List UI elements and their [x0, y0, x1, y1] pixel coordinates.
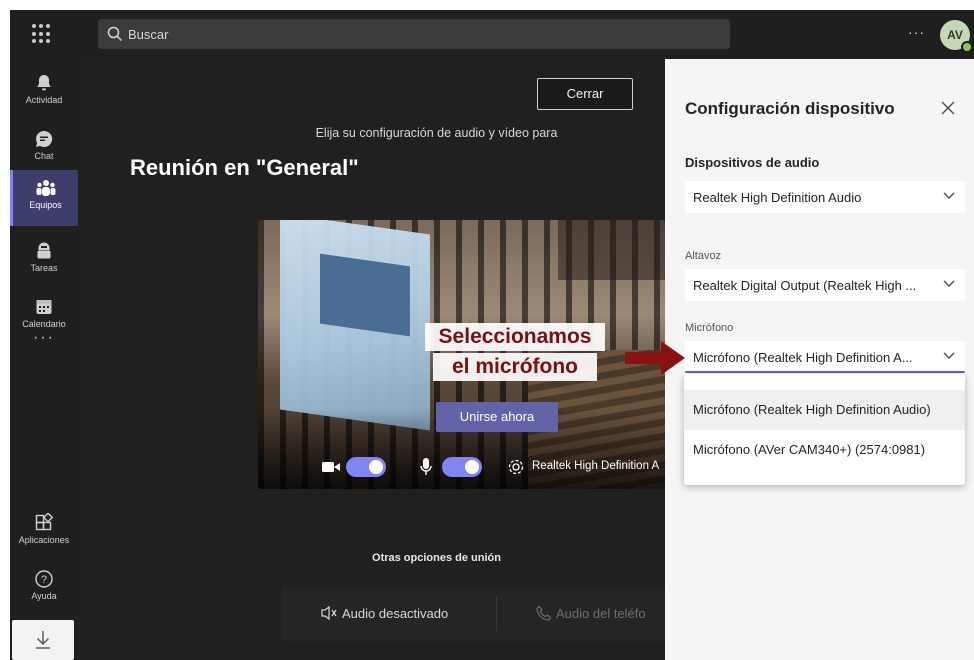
phone-audio-option[interactable]: Audio del teléfo [536, 605, 646, 621]
app-launcher-icon[interactable] [30, 22, 54, 46]
tasks-icon [37, 242, 51, 259]
chat-icon [36, 130, 53, 147]
chevron-down-icon [943, 192, 955, 199]
camera-icon [322, 462, 340, 472]
join-now-button[interactable]: Unirse ahora [436, 402, 558, 432]
microphone-value: Micrófono (Realtek High Definition A... [693, 350, 913, 365]
divider [496, 597, 497, 631]
rail-item-label: Chat [34, 151, 54, 161]
annotation-line-1: Seleccionamos [425, 323, 605, 351]
other-join-options: Audio desactivado Audio del teléfo [282, 587, 665, 641]
help-icon: ? [35, 570, 53, 588]
audio-off-label: Audio desactivado [342, 606, 449, 621]
rail-item-label: Equipos [29, 200, 62, 210]
microphone-option[interactable]: Micrófono (Realtek High Definition Audio… [684, 390, 965, 430]
annotation-arrow-icon [625, 341, 685, 375]
download-button[interactable] [12, 620, 74, 660]
search-placeholder: Buscar [128, 27, 169, 42]
app-rail: Actividad Chat Equipos Tareas Calendario… [10, 59, 78, 660]
phone-icon [536, 605, 552, 621]
search-bar[interactable]: Buscar [98, 19, 730, 49]
rail-item-label: Ayuda [31, 591, 57, 601]
rail-item-label: Aplicaciones [18, 535, 70, 545]
speaker-label: Altavoz [685, 250, 722, 262]
camera-toggle[interactable] [346, 457, 386, 477]
more-options-button[interactable]: ··· [908, 24, 925, 40]
preview-slide [320, 253, 410, 337]
phone-audio-label: Audio del teléfo [556, 606, 646, 621]
chevron-down-icon [943, 280, 955, 287]
audio-off-option[interactable]: Audio desactivado [320, 605, 448, 621]
avatar[interactable]: AV [940, 20, 973, 53]
device-settings-panel: Configuración dispositivo Dispositivos d… [665, 59, 974, 660]
status-available-icon [961, 41, 973, 53]
close-button[interactable]: Cerrar [537, 78, 633, 110]
avatar-initials: AV [947, 28, 963, 42]
microphone-label: Micrófono [685, 322, 734, 334]
meeting-title-text: Reunión en "General" [130, 155, 359, 180]
microphone-option[interactable]: Micrófono (AVer CAM340+) (2574:0981) [684, 430, 965, 470]
rail-item-label: Actividad [25, 95, 63, 105]
audio-devices-select[interactable]: Realtek High Definition Audio [685, 181, 965, 213]
speaker-value: Realtek Digital Output (Realtek High ... [693, 278, 917, 293]
meeting-title: Reunión en "General" [78, 155, 665, 181]
device-settings-label[interactable]: Realtek High Definition A [532, 460, 659, 472]
chevron-down-icon [943, 352, 955, 359]
speaker-select[interactable]: Realtek Digital Output (Realtek High ... [685, 269, 965, 301]
microphone-select[interactable]: Micrófono (Realtek High Definition A... [685, 341, 965, 373]
other-options-title: Otras opciones de unión [372, 552, 501, 564]
rail-item-ayuda[interactable]: ? Ayuda [10, 561, 78, 617]
rail-item-chat[interactable]: Chat [10, 121, 78, 177]
speaker-muted-icon [321, 605, 337, 621]
tutorial-annotation: Seleccionamos el micrófono [425, 323, 605, 383]
svg-text:?: ? [41, 574, 47, 586]
search-icon [107, 26, 123, 42]
rail-item-actividad[interactable]: Actividad [10, 65, 78, 121]
rail-item-label: Calendario [22, 319, 66, 329]
microphone-icon [420, 458, 432, 475]
download-icon [36, 631, 50, 649]
panel-title: Configuración dispositivo [685, 99, 895, 118]
audio-devices-label: Dispositivos de audio [685, 155, 820, 170]
audio-devices-value: Realtek High Definition Audio [693, 190, 862, 205]
av-controls: Realtek High Definition A [322, 455, 665, 479]
close-icon[interactable] [941, 101, 955, 115]
microphone-dropdown: Micrófono (Realtek High Definition Audio… [684, 374, 965, 485]
settings-gear-icon[interactable] [507, 458, 525, 476]
rail-item-tareas[interactable]: Tareas [10, 233, 78, 289]
microphone-toggle[interactable] [442, 457, 482, 477]
top-bar: Buscar ··· AV [10, 10, 974, 59]
rail-more-button[interactable]: ··· [10, 329, 78, 347]
rail-item-equipos[interactable]: Equipos [10, 170, 78, 226]
rail-item-label: Tareas [30, 263, 58, 273]
bell-icon [37, 75, 51, 91]
rail-item-aplicaciones[interactable]: Aplicaciones [10, 505, 78, 561]
apps-icon [35, 513, 54, 531]
calendar-icon [36, 300, 52, 314]
choose-settings-text: Elija su configuración de audio y vídeo … [315, 126, 558, 140]
preview-ceiling [558, 220, 665, 280]
teams-icon [36, 180, 55, 196]
annotation-line-2: el micrófono [433, 353, 597, 381]
